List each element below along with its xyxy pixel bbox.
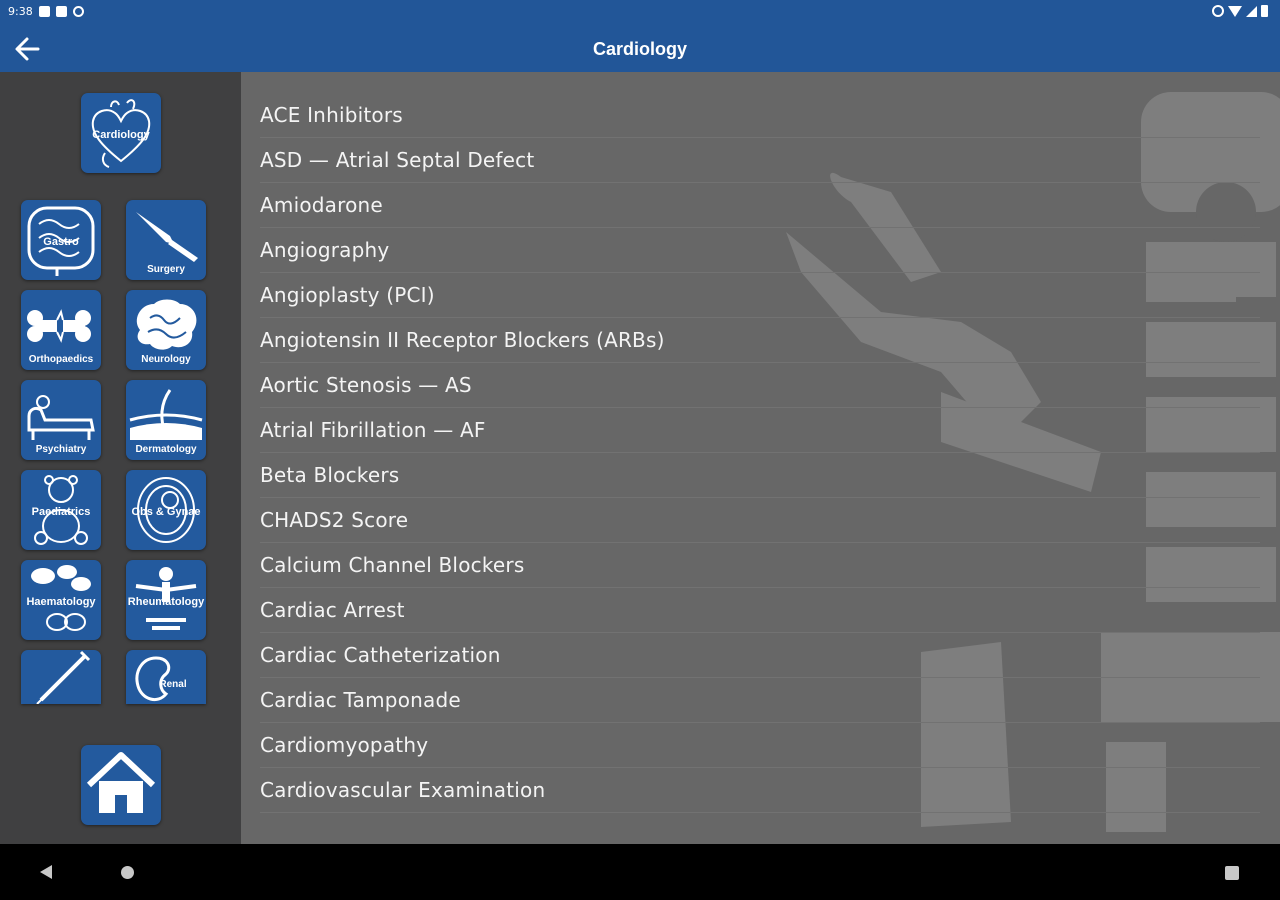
category-tile-renal[interactable]: Renal: [126, 650, 206, 704]
tile-label: Neurology: [141, 354, 191, 365]
topic-label: Atrial Fibrillation — AF: [260, 418, 486, 442]
topic-item[interactable]: Angioplasty (PCI): [260, 273, 1260, 318]
topic-item[interactable]: ACE Inhibitors: [260, 93, 1260, 138]
topic-item[interactable]: Cardiomyopathy: [260, 723, 1260, 768]
wifi-icon: [1228, 5, 1242, 17]
status-bar: 9:38: [0, 0, 1280, 26]
sync-icon: [72, 6, 84, 17]
topic-item[interactable]: Aortic Stenosis — AS: [260, 363, 1260, 408]
tile-label: Psychiatry: [35, 444, 87, 455]
tile-label: Cardiology: [92, 129, 150, 141]
tile-label: Rheumatology: [127, 596, 205, 608]
signal-icon: [1246, 5, 1257, 17]
kidney-icon: [135, 656, 171, 702]
topic-label: Aortic Stenosis — AS: [260, 373, 472, 397]
category-tile-cardiology[interactable]: Cardiology: [81, 93, 161, 173]
do-not-disturb-icon: [1212, 5, 1224, 17]
topic-item[interactable]: Angiotensin II Receptor Blockers (ARBs): [260, 318, 1260, 363]
tile-label: Orthopaedics: [28, 354, 94, 365]
topic-label: ACE Inhibitors: [260, 103, 403, 127]
nav-home-icon[interactable]: [121, 866, 134, 879]
category-sidebar: Cardiology Gastro Surgery Orthopaedics N…: [0, 72, 241, 844]
tile-label: Haematology: [26, 596, 96, 608]
topic-label: Calcium Channel Blockers: [260, 553, 525, 577]
category-tile-haematology[interactable]: Haematology: [21, 560, 101, 640]
battery-icon: [1261, 5, 1268, 17]
topic-label: Cardiac Catheterization: [260, 643, 501, 667]
topic-label: Cardiac Arrest: [260, 598, 405, 622]
home-icon: [86, 752, 156, 813]
topic-list-panel: ACE Inhibitors ASD — Atrial Septal Defec…: [241, 72, 1280, 844]
topic-label: Angiography: [260, 238, 390, 262]
tile-label: Renal: [159, 679, 187, 690]
topic-label: Angiotensin II Receptor Blockers (ARBs): [260, 328, 665, 352]
category-tile-pharmacology[interactable]: [21, 650, 101, 704]
topic-item[interactable]: Cardiac Arrest: [260, 588, 1260, 633]
topic-item[interactable]: Amiodarone: [260, 183, 1260, 228]
topic-label: Angioplasty (PCI): [260, 283, 435, 307]
category-tile-surgery[interactable]: Surgery: [126, 200, 206, 280]
category-tile-paediatrics[interactable]: Paediatrics: [21, 470, 101, 550]
topic-label: ASD — Atrial Septal Defect: [260, 148, 535, 172]
topic-label: Cardiac Tamponade: [260, 688, 461, 712]
nav-recents-icon[interactable]: [1225, 866, 1239, 880]
category-tile-gastro[interactable]: Gastro: [21, 200, 101, 280]
category-tile-psychiatry[interactable]: Psychiatry: [21, 380, 101, 460]
topic-item[interactable]: Beta Blockers: [260, 453, 1260, 498]
topic-item[interactable]: CHADS2 Score: [260, 498, 1260, 543]
topic-label: Beta Blockers: [260, 463, 400, 487]
home-button[interactable]: [81, 745, 161, 825]
nav-back-icon[interactable]: [40, 865, 52, 879]
category-tile-rheumatology[interactable]: Rheumatology: [126, 560, 206, 640]
category-tile-neurology[interactable]: Neurology: [126, 290, 206, 370]
topic-item[interactable]: Cardiovascular Examination: [260, 768, 1260, 813]
tile-label: Gastro: [43, 236, 79, 248]
topic-item[interactable]: Calcium Channel Blockers: [260, 543, 1260, 588]
topic-item[interactable]: ASD — Atrial Septal Defect: [260, 138, 1260, 183]
app-bar: Cardiology: [0, 26, 1280, 72]
tile-label: Obs & Gynae: [131, 506, 201, 518]
status-right: [1212, 5, 1268, 17]
sd-card-icon: [55, 6, 67, 17]
topic-label: Cardiovascular Examination: [260, 778, 546, 802]
topic-item[interactable]: Angiography: [260, 228, 1260, 273]
topic-list: ACE Inhibitors ASD — Atrial Septal Defec…: [241, 93, 1280, 813]
syringe-icon: [36, 650, 91, 704]
topic-item[interactable]: Atrial Fibrillation — AF: [260, 408, 1260, 453]
status-time: 9:38: [8, 5, 33, 18]
status-left: 9:38: [8, 5, 84, 18]
tile-label: Paediatrics: [31, 506, 91, 518]
tile-label: Surgery: [147, 264, 185, 275]
topic-item[interactable]: Cardiac Catheterization: [260, 633, 1260, 678]
topic-item[interactable]: Cardiac Tamponade: [260, 678, 1260, 723]
page-title: Cardiology: [592, 39, 687, 59]
system-nav-bar: [0, 844, 1280, 900]
notification-icon: [38, 6, 50, 17]
topic-label: Amiodarone: [260, 193, 383, 217]
category-tile-dermatology[interactable]: Dermatology: [126, 380, 206, 460]
tile-label: Dermatology: [135, 444, 197, 455]
topic-label: Cardiomyopathy: [260, 733, 429, 757]
category-tile-obs-gynae[interactable]: Obs & Gynae: [126, 470, 206, 550]
topic-label: CHADS2 Score: [260, 508, 409, 532]
category-tile-orthopaedics[interactable]: Orthopaedics: [21, 290, 101, 370]
